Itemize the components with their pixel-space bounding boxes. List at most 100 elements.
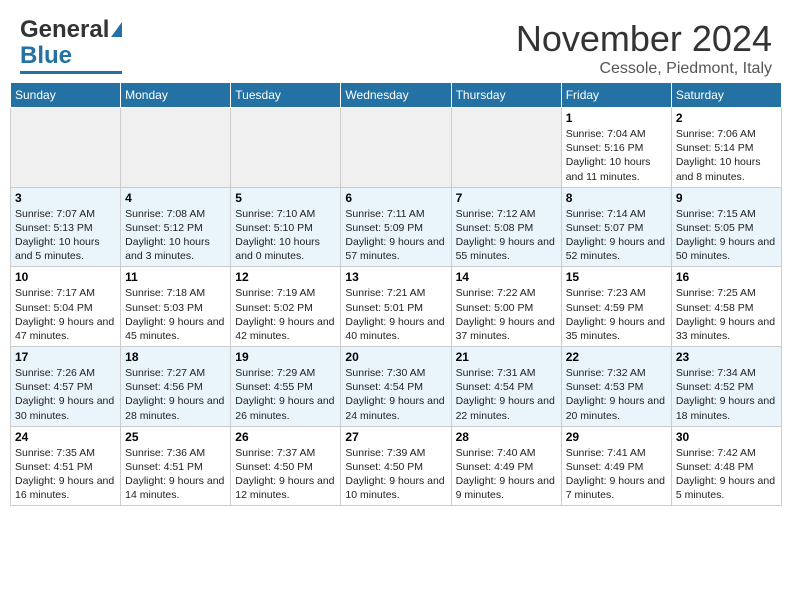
day-info: Sunrise: 7:23 AMSunset: 4:59 PMDaylight:… bbox=[566, 286, 667, 343]
day-info: Sunrise: 7:06 AMSunset: 5:14 PMDaylight:… bbox=[676, 127, 777, 184]
logo: General Blue bbox=[20, 18, 122, 74]
day-info: Sunrise: 7:40 AMSunset: 4:49 PMDaylight:… bbox=[456, 446, 557, 503]
day-info: Sunrise: 7:36 AMSunset: 4:51 PMDaylight:… bbox=[125, 446, 226, 503]
calendar-day-cell: 5Sunrise: 7:10 AMSunset: 5:10 PMDaylight… bbox=[231, 187, 341, 267]
title-block: November 2024 Cessole, Piedmont, Italy bbox=[516, 18, 772, 78]
location-subtitle: Cessole, Piedmont, Italy bbox=[516, 60, 772, 78]
day-info: Sunrise: 7:32 AMSunset: 4:53 PMDaylight:… bbox=[566, 366, 667, 423]
weekday-header: Saturday bbox=[671, 83, 781, 108]
day-info: Sunrise: 7:41 AMSunset: 4:49 PMDaylight:… bbox=[566, 446, 667, 503]
day-info: Sunrise: 7:17 AMSunset: 5:04 PMDaylight:… bbox=[15, 286, 116, 343]
day-info: Sunrise: 7:07 AMSunset: 5:13 PMDaylight:… bbox=[15, 207, 116, 264]
calendar-week-row: 17 Sunrise: 7:26 AMSunset: 4:57 PMDayligh… bbox=[11, 347, 782, 427]
calendar-day-cell: 19Sunrise: 7:29 AMSunset: 4:55 PMDayligh… bbox=[231, 347, 341, 427]
calendar-week-row: 3 Sunrise: 7:07 AMSunset: 5:13 PMDaylight… bbox=[11, 187, 782, 267]
calendar-day-cell: 9 Sunrise: 7:15 AMSunset: 5:05 PMDaylight… bbox=[671, 187, 781, 267]
day-info: Sunrise: 7:10 AMSunset: 5:10 PMDaylight:… bbox=[235, 207, 336, 264]
day-number: 14 bbox=[456, 270, 557, 284]
weekday-header: Wednesday bbox=[341, 83, 451, 108]
calendar-week-row: 24 Sunrise: 7:35 AMSunset: 4:51 PMDayligh… bbox=[11, 426, 782, 506]
weekday-header: Monday bbox=[121, 83, 231, 108]
day-number: 12 bbox=[235, 270, 336, 284]
calendar-day-cell: 15 Sunrise: 7:23 AMSunset: 4:59 PMDayligh… bbox=[561, 267, 671, 347]
day-number: 3 bbox=[15, 191, 116, 205]
calendar-day-cell: 25 Sunrise: 7:36 AMSunset: 4:51 PMDayligh… bbox=[121, 426, 231, 506]
calendar-day-cell: 29 Sunrise: 7:41 AMSunset: 4:49 PMDayligh… bbox=[561, 426, 671, 506]
day-number: 25 bbox=[125, 430, 226, 444]
day-number: 6 bbox=[345, 191, 446, 205]
day-number: 22 bbox=[566, 350, 667, 364]
day-number: 21 bbox=[456, 350, 557, 364]
calendar-day-cell: 16Sunrise: 7:25 AMSunset: 4:58 PMDayligh… bbox=[671, 267, 781, 347]
day-info: Sunrise: 7:26 AMSunset: 4:57 PMDaylight:… bbox=[15, 366, 116, 423]
calendar-day-cell: 26 Sunrise: 7:37 AMSunset: 4:50 PMDayligh… bbox=[231, 426, 341, 506]
calendar-day-cell: 30 Sunrise: 7:42 AMSunset: 4:48 PMDayligh… bbox=[671, 426, 781, 506]
calendar-day-cell: 1 Sunrise: 7:04 AMSunset: 5:16 PMDaylight… bbox=[561, 108, 671, 188]
calendar-day-cell: 2Sunrise: 7:06 AMSunset: 5:14 PMDaylight… bbox=[671, 108, 781, 188]
logo-triangle-icon bbox=[111, 22, 122, 37]
day-info: Sunrise: 7:27 AMSunset: 4:56 PMDaylight:… bbox=[125, 366, 226, 423]
day-info: Sunrise: 7:18 AMSunset: 5:03 PMDaylight:… bbox=[125, 286, 226, 343]
day-number: 8 bbox=[566, 191, 667, 205]
day-number: 27 bbox=[345, 430, 446, 444]
logo-blue: Blue bbox=[20, 42, 72, 70]
calendar-day-cell: 8 Sunrise: 7:14 AMSunset: 5:07 PMDaylight… bbox=[561, 187, 671, 267]
day-info: Sunrise: 7:34 AMSunset: 4:52 PMDaylight:… bbox=[676, 366, 777, 423]
day-number: 23 bbox=[676, 350, 777, 364]
day-number: 10 bbox=[15, 270, 116, 284]
day-number: 26 bbox=[235, 430, 336, 444]
day-number: 19 bbox=[235, 350, 336, 364]
day-info: Sunrise: 7:11 AMSunset: 5:09 PMDaylight:… bbox=[345, 207, 446, 264]
day-number: 30 bbox=[676, 430, 777, 444]
day-info: Sunrise: 7:14 AMSunset: 5:07 PMDaylight:… bbox=[566, 207, 667, 264]
day-info: Sunrise: 7:19 AMSunset: 5:02 PMDaylight:… bbox=[235, 286, 336, 343]
calendar-week-row: 1 Sunrise: 7:04 AMSunset: 5:16 PMDaylight… bbox=[11, 108, 782, 188]
logo-general: General bbox=[20, 18, 109, 42]
day-info: Sunrise: 7:08 AMSunset: 5:12 PMDaylight:… bbox=[125, 207, 226, 264]
calendar-day-cell: 27 Sunrise: 7:39 AMSunset: 4:50 PMDayligh… bbox=[341, 426, 451, 506]
day-info: Sunrise: 7:04 AMSunset: 5:16 PMDaylight:… bbox=[566, 127, 667, 184]
day-number: 11 bbox=[125, 270, 226, 284]
day-number: 29 bbox=[566, 430, 667, 444]
day-info: Sunrise: 7:39 AMSunset: 4:50 PMDaylight:… bbox=[345, 446, 446, 503]
day-info: Sunrise: 7:21 AMSunset: 5:01 PMDaylight:… bbox=[345, 286, 446, 343]
calendar-day-cell: 11 Sunrise: 7:18 AMSunset: 5:03 PMDayligh… bbox=[121, 267, 231, 347]
day-info: Sunrise: 7:35 AMSunset: 4:51 PMDaylight:… bbox=[15, 446, 116, 503]
calendar-day-cell: 7 Sunrise: 7:12 AMSunset: 5:08 PMDaylight… bbox=[451, 187, 561, 267]
calendar-day-cell: 23 Sunrise: 7:34 AMSunset: 4:52 PMDayligh… bbox=[671, 347, 781, 427]
weekday-header: Thursday bbox=[451, 83, 561, 108]
calendar-header-row: SundayMondayTuesdayWednesdayThursdayFrid… bbox=[11, 83, 782, 108]
page-header: General Blue November 2024 Cessole, Pied… bbox=[10, 10, 782, 82]
day-info: Sunrise: 7:22 AMSunset: 5:00 PMDaylight:… bbox=[456, 286, 557, 343]
day-number: 4 bbox=[125, 191, 226, 205]
day-number: 15 bbox=[566, 270, 667, 284]
calendar-day-cell: 17 Sunrise: 7:26 AMSunset: 4:57 PMDayligh… bbox=[11, 347, 121, 427]
month-title: November 2024 bbox=[516, 18, 772, 60]
day-number: 7 bbox=[456, 191, 557, 205]
calendar-table: SundayMondayTuesdayWednesdayThursdayFrid… bbox=[10, 82, 782, 506]
day-number: 1 bbox=[566, 111, 667, 125]
weekday-header: Tuesday bbox=[231, 83, 341, 108]
day-info: Sunrise: 7:12 AMSunset: 5:08 PMDaylight:… bbox=[456, 207, 557, 264]
calendar-day-cell: 10 Sunrise: 7:17 AMSunset: 5:04 PMDayligh… bbox=[11, 267, 121, 347]
day-number: 20 bbox=[345, 350, 446, 364]
day-number: 24 bbox=[15, 430, 116, 444]
day-info: Sunrise: 7:30 AMSunset: 4:54 PMDaylight:… bbox=[345, 366, 446, 423]
day-number: 18 bbox=[125, 350, 226, 364]
day-info: Sunrise: 7:31 AMSunset: 4:54 PMDaylight:… bbox=[456, 366, 557, 423]
weekday-header: Sunday bbox=[11, 83, 121, 108]
calendar-day-cell: 4 Sunrise: 7:08 AMSunset: 5:12 PMDaylight… bbox=[121, 187, 231, 267]
calendar-day-cell: 20 Sunrise: 7:30 AMSunset: 4:54 PMDayligh… bbox=[341, 347, 451, 427]
day-number: 17 bbox=[15, 350, 116, 364]
calendar-day-cell: 13Sunrise: 7:21 AMSunset: 5:01 PMDayligh… bbox=[341, 267, 451, 347]
day-info: Sunrise: 7:37 AMSunset: 4:50 PMDaylight:… bbox=[235, 446, 336, 503]
calendar-day-cell: 28Sunrise: 7:40 AMSunset: 4:49 PMDayligh… bbox=[451, 426, 561, 506]
day-number: 9 bbox=[676, 191, 777, 205]
day-info: Sunrise: 7:25 AMSunset: 4:58 PMDaylight:… bbox=[676, 286, 777, 343]
day-info: Sunrise: 7:15 AMSunset: 5:05 PMDaylight:… bbox=[676, 207, 777, 264]
calendar-day-cell: 14 Sunrise: 7:22 AMSunset: 5:00 PMDayligh… bbox=[451, 267, 561, 347]
day-info: Sunrise: 7:42 AMSunset: 4:48 PMDaylight:… bbox=[676, 446, 777, 503]
calendar-day-cell: 24 Sunrise: 7:35 AMSunset: 4:51 PMDayligh… bbox=[11, 426, 121, 506]
calendar-day-cell: 22 Sunrise: 7:32 AMSunset: 4:53 PMDayligh… bbox=[561, 347, 671, 427]
calendar-day-cell: 21 Sunrise: 7:31 AMSunset: 4:54 PMDayligh… bbox=[451, 347, 561, 427]
